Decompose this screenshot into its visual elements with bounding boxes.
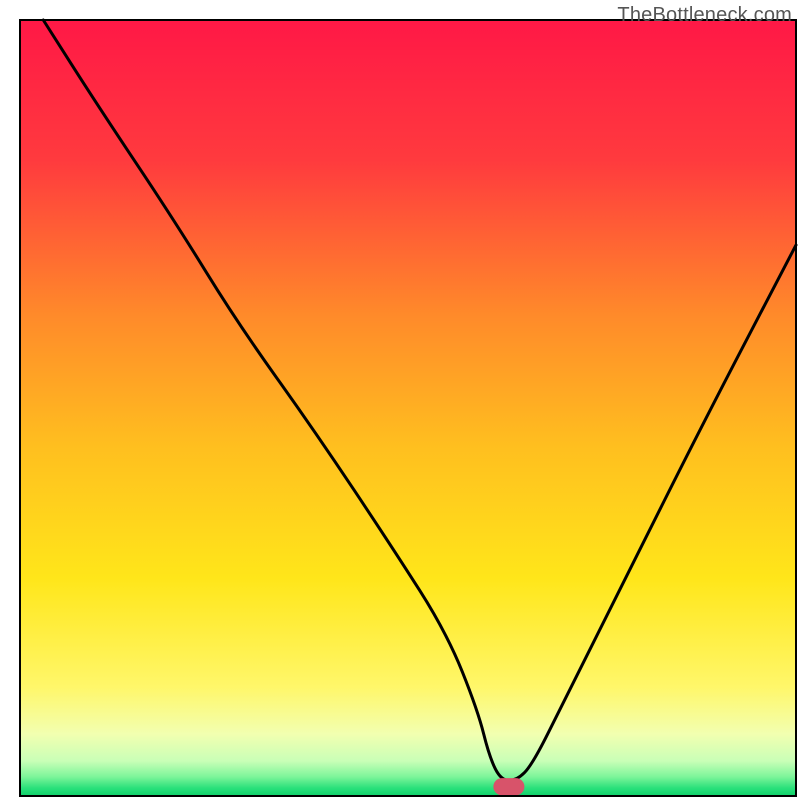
watermark-text: TheBottleneck.com xyxy=(617,4,792,27)
chart-container: TheBottleneck.com xyxy=(0,0,800,800)
optimal-marker xyxy=(493,778,524,795)
plot-background xyxy=(20,20,796,796)
chart-svg xyxy=(0,0,800,800)
